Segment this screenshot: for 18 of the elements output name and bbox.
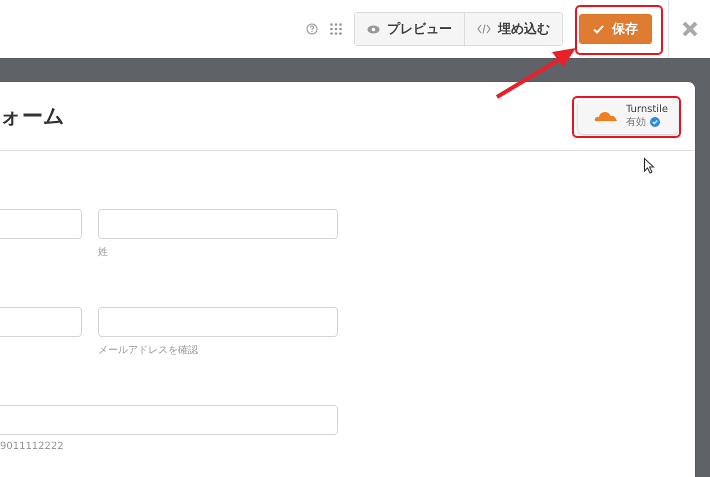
code-icon: [477, 24, 491, 34]
field-sublabel: メールアドレスを確認: [98, 344, 199, 357]
grid-icon[interactable]: [330, 23, 342, 35]
field-sublabel: 9011112222: [0, 441, 65, 454]
input-field[interactable]: [98, 307, 338, 337]
field-sublabel: 姓: [98, 246, 109, 259]
verified-icon: [650, 116, 660, 126]
input-field[interactable]: [98, 209, 338, 239]
cloud-icon: [594, 110, 618, 122]
turnstile-status: 有効: [626, 116, 646, 128]
cursor-icon: [644, 157, 655, 174]
check-icon: [593, 24, 604, 34]
help-icon[interactable]: [306, 23, 318, 35]
embed-button[interactable]: 埋め込む: [464, 13, 562, 45]
eye-icon: [367, 24, 380, 34]
close-icon[interactable]: [682, 21, 698, 37]
form-title: ォーム: [0, 103, 65, 130]
turnstile-name: Turnstile: [626, 104, 668, 114]
